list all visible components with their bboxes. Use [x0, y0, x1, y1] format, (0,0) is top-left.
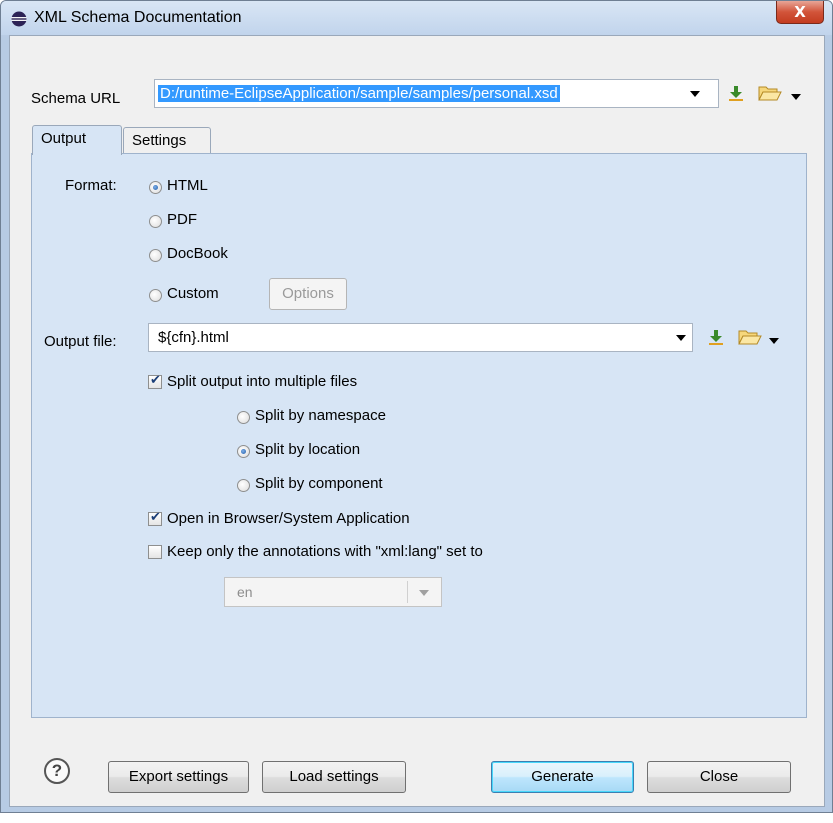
- combo-divider: [407, 581, 408, 603]
- output-panel: Format: HTML PDF DocBook Custom Options …: [31, 153, 807, 718]
- format-pdf-radio[interactable]: [149, 215, 162, 228]
- folder-open-icon[interactable]: [738, 328, 762, 346]
- xml-lang-dropdown-icon[interactable]: [419, 590, 429, 596]
- split-output-label[interactable]: Split output into multiple files: [167, 372, 357, 392]
- output-file-label: Output file:: [44, 333, 117, 350]
- window-close-button[interactable]: X: [776, 1, 824, 24]
- schema-url-combo[interactable]: D:/runtime-EclipseApplication/sample/sam…: [154, 79, 719, 108]
- insert-editor-variable-icon[interactable]: [727, 84, 745, 102]
- format-html-label[interactable]: HTML: [167, 176, 208, 196]
- split-output-checkbox[interactable]: [148, 373, 162, 389]
- split-namespace-label[interactable]: Split by namespace: [255, 406, 386, 426]
- format-label: Format:: [65, 177, 117, 194]
- schema-url-label: Schema URL: [31, 90, 121, 107]
- schema-url-dropdown-icon[interactable]: [690, 91, 700, 97]
- output-browse-dropdown-icon[interactable]: [769, 338, 779, 344]
- split-namespace-radio[interactable]: [237, 411, 250, 424]
- close-button[interactable]: Close: [647, 761, 791, 793]
- split-location-label[interactable]: Split by location: [255, 440, 360, 460]
- window-title: XML Schema Documentation: [34, 9, 242, 26]
- tab-output[interactable]: Output: [32, 125, 122, 155]
- close-icon: X: [794, 3, 806, 21]
- format-custom-label[interactable]: Custom: [167, 284, 219, 304]
- generate-button[interactable]: Generate: [491, 761, 634, 793]
- eclipse-icon: [11, 11, 27, 27]
- split-component-radio[interactable]: [237, 479, 250, 492]
- help-icon[interactable]: ?: [44, 758, 70, 784]
- title-bar[interactable]: XML Schema Documentation X: [1, 1, 832, 35]
- keep-annotations-checkbox[interactable]: [148, 545, 162, 559]
- split-location-radio[interactable]: [237, 445, 250, 458]
- open-browser-label[interactable]: Open in Browser/System Application: [167, 509, 410, 529]
- insert-editor-variable-icon[interactable]: [707, 328, 725, 346]
- output-file-dropdown-icon[interactable]: [676, 335, 686, 341]
- tab-settings-label: Settings: [132, 132, 187, 149]
- dialog-window: XML Schema Documentation X Schema URL D:…: [0, 0, 833, 813]
- output-file-value: ${cfn}.html: [158, 329, 229, 346]
- split-component-label[interactable]: Split by component: [255, 474, 383, 494]
- open-browser-checkbox[interactable]: [148, 510, 162, 526]
- format-docbook-radio[interactable]: [149, 249, 162, 262]
- xml-lang-combo[interactable]: en: [224, 577, 442, 607]
- folder-open-icon[interactable]: [758, 84, 782, 102]
- format-html-radio[interactable]: [149, 181, 162, 194]
- format-pdf-label[interactable]: PDF: [167, 210, 197, 230]
- export-settings-button[interactable]: Export settings: [108, 761, 249, 793]
- xml-lang-value: en: [237, 584, 253, 600]
- tab-settings[interactable]: Settings: [123, 127, 211, 155]
- options-button[interactable]: Options: [269, 278, 347, 310]
- keep-annotations-label[interactable]: Keep only the annotations with "xml:lang…: [167, 542, 483, 562]
- browse-dropdown-icon[interactable]: [791, 94, 801, 100]
- tab-output-label: Output: [41, 130, 87, 147]
- format-docbook-label[interactable]: DocBook: [167, 244, 228, 264]
- output-file-combo[interactable]: ${cfn}.html: [148, 323, 693, 352]
- format-custom-radio[interactable]: [149, 289, 162, 302]
- dialog-client-area: Schema URL D:/runtime-EclipseApplication…: [9, 35, 825, 807]
- schema-url-value: D:/runtime-EclipseApplication/sample/sam…: [158, 85, 560, 102]
- load-settings-button[interactable]: Load settings: [262, 761, 406, 793]
